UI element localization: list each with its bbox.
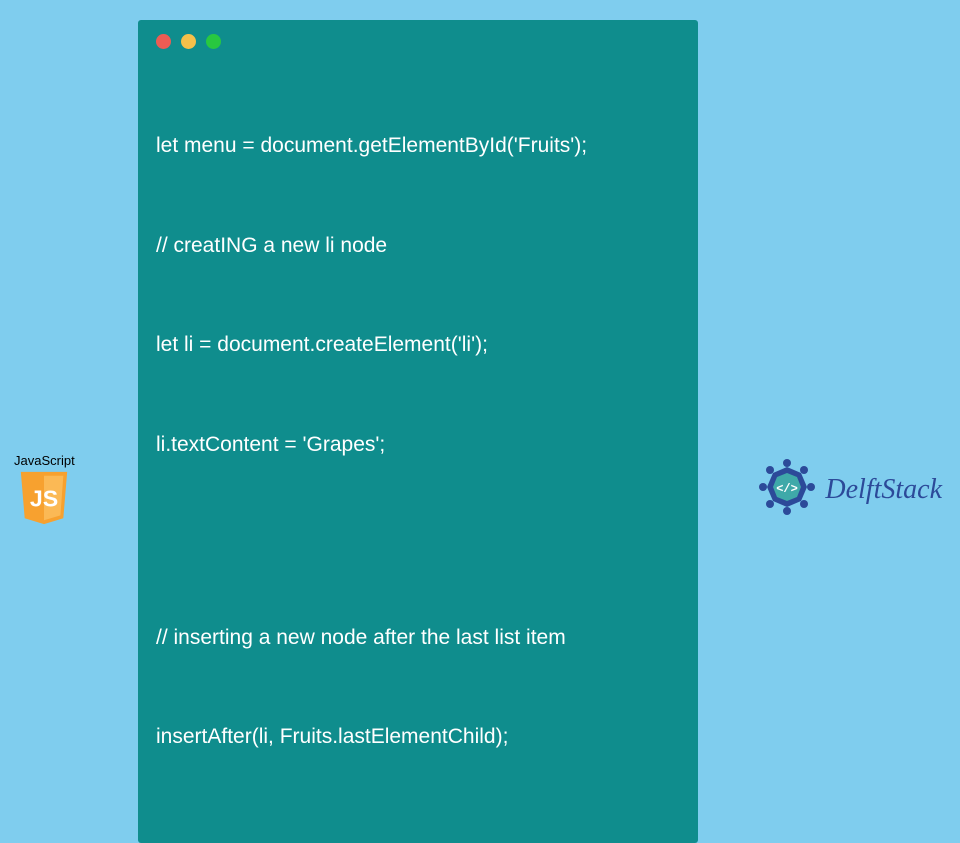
svg-text:</>: </>	[777, 482, 799, 496]
code-line: let li = document.createElement('li');	[156, 329, 680, 362]
delftstack-text: DelftStack	[825, 474, 942, 506]
window-controls	[156, 34, 680, 49]
code-window: let menu = document.getElementById('Frui…	[138, 20, 698, 843]
javascript-label: JavaScript	[14, 453, 75, 468]
maximize-icon	[206, 34, 221, 49]
js-letters: JS	[30, 486, 58, 512]
code-line: // creatING a new li node	[156, 230, 680, 263]
code-line: let menu = document.getElementById('Frui…	[156, 130, 680, 163]
javascript-shield-icon: JS	[18, 470, 70, 526]
close-icon	[156, 34, 171, 49]
delftstack-logo: </> DelftStack	[755, 455, 942, 524]
minimize-icon	[181, 34, 196, 49]
code-line: insertAfter(li, Fruits.lastElementChild)…	[156, 721, 680, 754]
javascript-badge: JavaScript JS	[14, 453, 75, 526]
code-line: // inserting a new node after the last l…	[156, 622, 680, 655]
code-line: li.textContent = 'Grapes';	[156, 429, 680, 462]
code-block: let menu = document.getElementById('Frui…	[156, 65, 680, 821]
blank-line	[156, 529, 680, 557]
delftstack-emblem-icon: </>	[755, 455, 819, 524]
